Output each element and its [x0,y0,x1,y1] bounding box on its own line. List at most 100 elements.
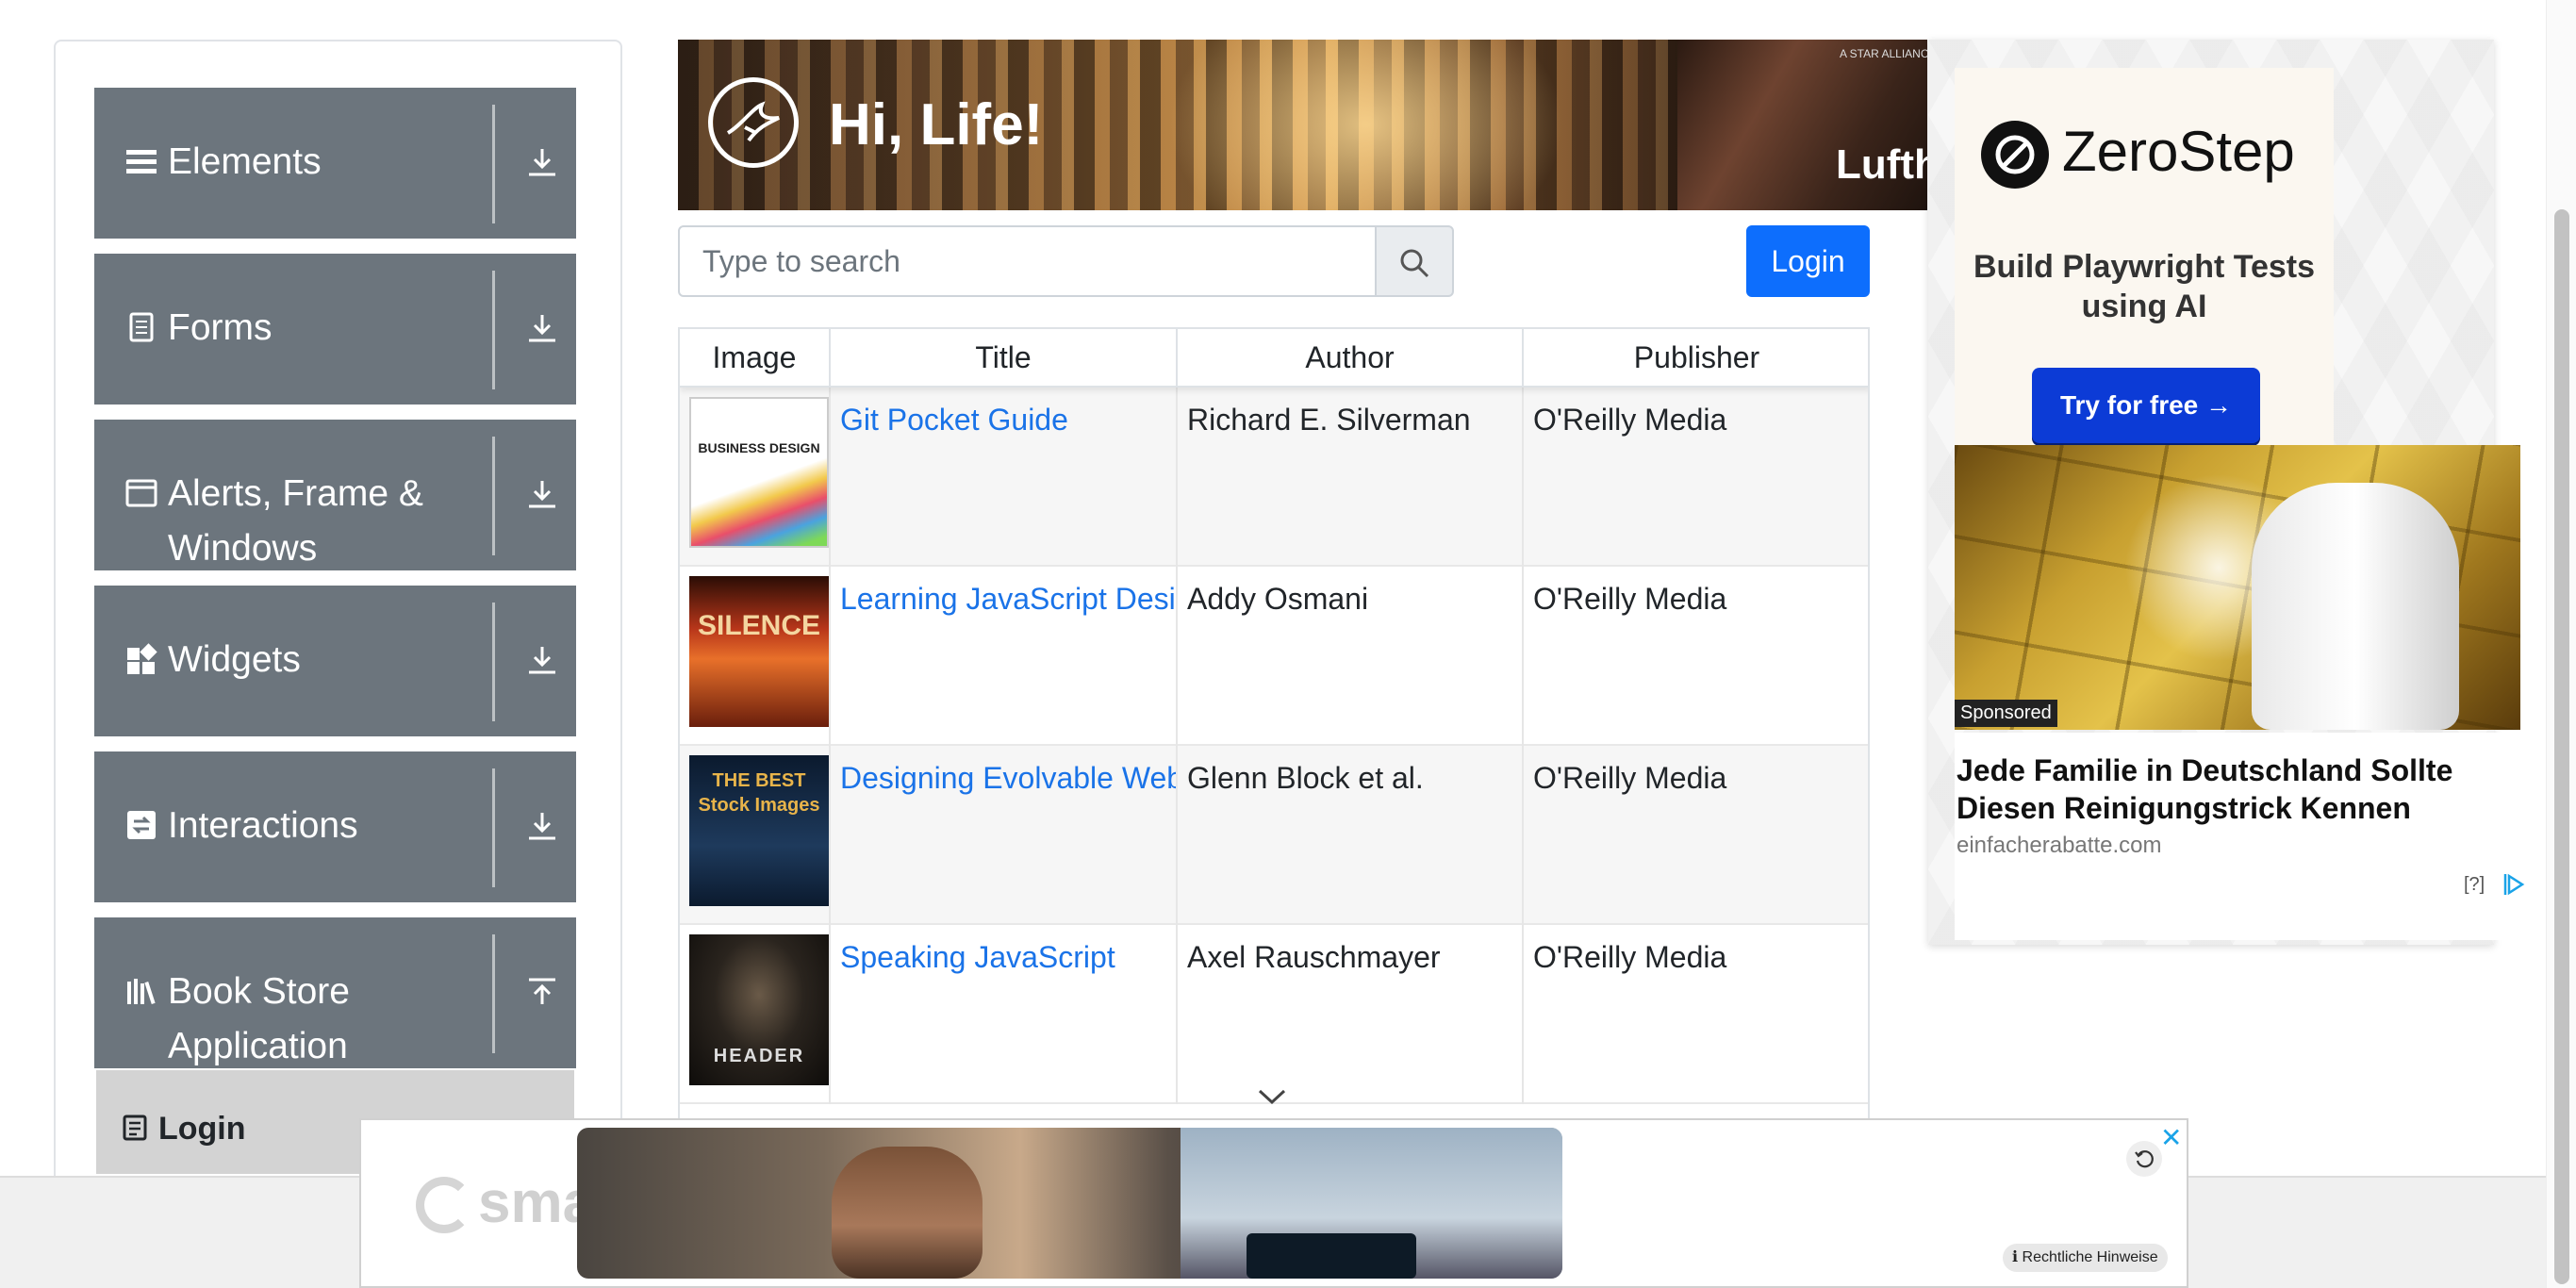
car-interior-image[interactable] [577,1128,1562,1279]
nav-group-label: Widgets [168,639,301,680]
ad-brand: ZeroStep [2062,120,2295,183]
nav-group-label: Interactions [168,805,358,846]
banner-greeting: Hi, Life! [829,92,1044,157]
nav-group-widgets[interactable]: Widgets [94,586,576,736]
nav-group-label: Elements [168,141,322,182]
book-cover: SILENCE [689,576,829,727]
divider [492,768,495,887]
header-banner[interactable]: Hi, Life! A STAR ALLIANCE Lufth [678,40,1927,210]
try-for-free-button[interactable]: Try for free → [2032,368,2260,443]
zerostep-ad-card[interactable]: ZeroStep Build Playwright Tests using AI… [1955,68,2334,453]
cleaning-device-image [2252,483,2459,730]
divider [492,271,495,389]
book-cover: HEADER [689,934,829,1085]
promo-text-block[interactable]: Jede Familie in Deutschland Sollte Diese… [1955,733,2525,940]
image-cell: BUSINESS DESIGN [680,388,831,567]
replay-button[interactable] [2126,1141,2162,1177]
dashboard-screen [1247,1233,1416,1279]
download-icon[interactable] [526,644,558,676]
sponsored-badge: Sponsored [1955,700,2057,727]
table-row: SILENCE Learning JavaScript Design Patte… [680,567,1868,746]
download-icon[interactable] [526,146,558,178]
document-icon [129,312,154,342]
cover-text: SILENCE [697,610,821,641]
scrollbar-thumb[interactable] [2554,209,2569,1284]
author-cell: Axel Rauschmayer [1178,925,1524,1104]
interactions-icon [127,811,156,839]
nav-group-label: Book Store Application [168,971,350,1066]
author-cell: Richard E. Silverman [1178,388,1524,567]
ad-tagline: Build Playwright Tests using AI [1973,249,2316,324]
upload-icon[interactable] [526,976,558,1008]
cover-text: THE BEST Stock Images [698,770,820,816]
nav-group-interactions[interactable]: Interactions [94,751,576,902]
replay-icon [2135,1150,2154,1168]
sidebar-ad[interactable]: ZeroStep Build Playwright Tests using AI… [1928,40,2525,945]
book-title-link[interactable]: Designing Evolvable Web APIs with ASP.NE… [840,761,1176,795]
column-header-title[interactable]: Title [831,329,1178,386]
bottom-banner-ad[interactable]: smart ✕ ℹ Rechtliche Hinweise [359,1118,2188,1288]
divider [492,105,495,223]
download-icon[interactable] [526,478,558,510]
promo-image[interactable] [1955,445,2520,730]
info-icon: ℹ [2012,1249,2019,1265]
banner-brand: Lufth [1836,141,1927,188]
legal-label: Rechtliche Hinweise [2022,1249,2158,1265]
nav-group-book-store[interactable]: Book Store Application [94,917,576,1068]
smart-logo-icon [416,1177,472,1233]
book-cover: BUSINESS DESIGN [689,397,829,548]
nav-group-label: Alerts, Frame & Windows [168,473,423,569]
publisher-cell: O'Reilly Media [1533,940,1727,974]
books-icon [127,979,156,1005]
nav-group-forms[interactable]: Forms [94,254,576,405]
search-input[interactable]: Type to search [678,225,1378,297]
adchoices-icon[interactable] [2502,872,2526,897]
page: Elements Forms Alerts, Frame & Windows W… [0,0,2576,1288]
vertical-scrollbar[interactable] [2546,0,2576,1288]
publisher-cell: O'Reilly Media [1533,761,1727,795]
search-icon [1400,249,1429,278]
banner-small-text: A STAR ALLIANCE [1840,47,1927,60]
login-button[interactable]: Login [1746,225,1870,297]
divider [492,603,495,721]
title-cell: Speaking JavaScript [831,925,1178,1104]
ad-info-link[interactable]: [?] [2464,874,2485,896]
book-title-link[interactable]: Speaking JavaScript [840,940,1115,974]
table-row: THE BEST Stock Images Designing Evolvabl… [680,746,1868,925]
table-row: BUSINESS DESIGN Git Pocket Guide Richard… [680,388,1868,567]
author-cell: Addy Osmani [1178,567,1524,746]
search-button[interactable] [1375,225,1454,297]
table-header: Image Title Author Publisher [680,329,1868,388]
book-cover: THE BEST Stock Images [689,755,829,906]
hamburger-icon [126,150,157,173]
login-list-icon [123,1115,147,1141]
title-cell: Designing Evolvable Web APIs with ASP.NE… [831,746,1178,925]
book-title-link[interactable]: Learning JavaScript Design Patterns [840,582,1176,616]
chevron-down-icon[interactable] [1256,1086,1288,1107]
window-icon [125,479,157,507]
column-header-image[interactable]: Image [680,329,831,386]
column-header-publisher[interactable]: Publisher [1524,329,1868,386]
author-cell: Glenn Block et al. [1178,746,1524,925]
image-cell: SILENCE [680,567,831,746]
close-icon[interactable]: ✕ [2160,1122,2182,1153]
legal-notice-button[interactable]: ℹ Rechtliche Hinweise [2003,1244,2168,1272]
column-header-author[interactable]: Author [1178,329,1524,386]
promo-domain[interactable]: einfacherabatte.com [1957,833,2161,859]
image-cell: THE BEST Stock Images [680,746,831,925]
table-row: HEADER Speaking JavaScript Axel Rauschma… [680,925,1868,1104]
title-cell: Git Pocket Guide [831,388,1178,567]
divider [492,934,495,1053]
nav-group-elements[interactable]: Elements [94,88,576,239]
book-title-link[interactable]: Git Pocket Guide [840,403,1068,437]
publisher-cell: O'Reilly Media [1533,582,1727,616]
zerostep-logo-icon [1981,121,2049,189]
download-icon[interactable] [526,810,558,842]
promo-title[interactable]: Jede Familie in Deutschland Sollte Diese… [1957,751,2485,827]
download-icon[interactable] [526,312,558,344]
nav-group-alerts[interactable]: Alerts, Frame & Windows [94,420,576,570]
widgets-icon [127,643,157,674]
crane-logo-icon [708,77,799,168]
title-cell: Learning JavaScript Design Patterns [831,567,1178,746]
publisher-cell: O'Reilly Media [1533,403,1727,437]
